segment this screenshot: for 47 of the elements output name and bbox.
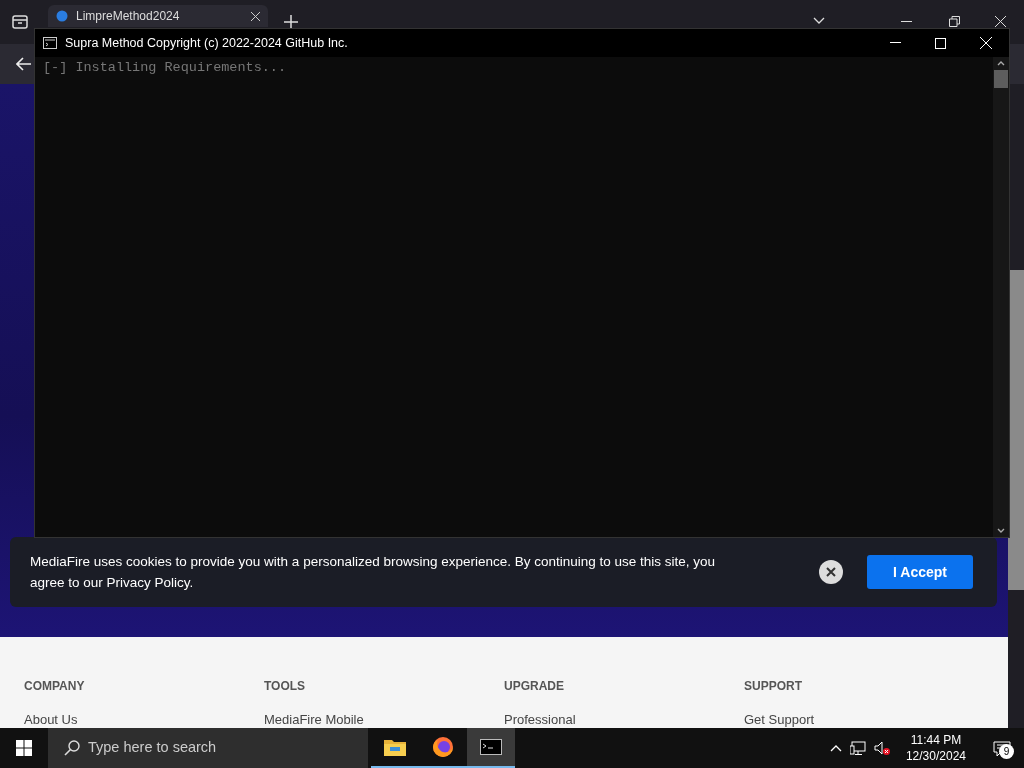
taskbar-app[interactable] [467, 728, 515, 768]
site-favicon-icon [56, 10, 68, 22]
search-icon [64, 740, 80, 756]
window-title: Supra Method Copyright (c) 2022-2024 GitHub Inc. [65, 34, 348, 52]
search-field[interactable]: Type here to search [48, 728, 368, 768]
scrollbar-thumb[interactable] [1008, 270, 1024, 590]
terminal-icon [480, 739, 502, 755]
footer-link[interactable]: Professional [504, 713, 576, 727]
footer-heading: TOOLS [264, 678, 306, 695]
scroll-up-icon[interactable] [997, 61, 1005, 66]
footer-link[interactable]: MediaFire Mobile [264, 713, 364, 727]
minimize-icon[interactable] [890, 42, 901, 44]
footer-heading: COMPANY [24, 678, 85, 695]
footer-link[interactable]: About Us [24, 713, 78, 727]
close-icon [826, 567, 836, 577]
muted-speaker-icon[interactable] [873, 740, 890, 756]
chevron-up-icon[interactable] [829, 744, 842, 752]
footer-heading: SUPPORT [744, 678, 802, 695]
close-button[interactable] [819, 560, 843, 584]
notification-icon[interactable]: 9 [993, 740, 1011, 756]
chevron-down-icon[interactable] [813, 17, 825, 24]
console-line: [-] Installing Requirements... [43, 59, 288, 77]
accept-button[interactable]: I Accept [867, 555, 973, 589]
tab-list-icon[interactable] [12, 15, 28, 29]
console-icon [43, 37, 57, 49]
folder-icon [384, 738, 406, 756]
back-arrow-icon[interactable] [16, 57, 32, 71]
clock-date[interactable]: 12/30/2024 [905, 748, 966, 764]
network-icon[interactable] [849, 740, 866, 756]
clock-time[interactable]: 11:44 PM [905, 732, 966, 748]
close-tab-icon[interactable] [251, 11, 260, 21]
windows-start-icon[interactable] [16, 740, 32, 756]
browser-tab[interactable]: LimpreMethod2024 [48, 5, 268, 27]
scroll-down-icon[interactable] [997, 528, 1005, 533]
notification-count: 9 [999, 744, 1014, 759]
search-placeholder: Type here to search [88, 738, 217, 758]
new-tab-icon[interactable] [284, 15, 298, 29]
cookie-message: MediaFire uses cookies to provide you with a personalized browsing experience. By continuing to use this site, you agree to our Privacy Policy. [29, 553, 717, 592]
maximize-icon[interactable] [935, 37, 946, 49]
restore-icon[interactable] [949, 16, 960, 27]
footer-link[interactable]: Get Support [744, 713, 815, 727]
scrollbar[interactable] [993, 57, 1009, 537]
close-icon[interactable] [995, 16, 1006, 27]
footer-heading: UPGRADE [504, 678, 564, 695]
firefox-icon [432, 736, 454, 758]
scrollbar-thumb[interactable] [994, 70, 1008, 88]
minimize-icon[interactable] [901, 21, 912, 23]
